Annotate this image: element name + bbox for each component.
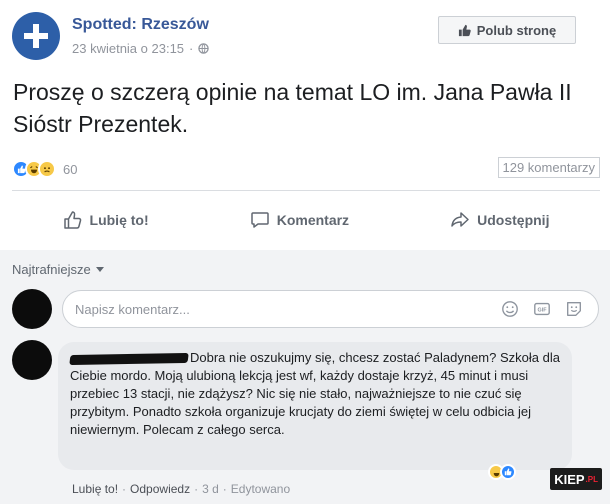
redacted-author-name [69, 352, 189, 365]
kiep-watermark-logo: KIEP .PL [550, 468, 602, 490]
divider [12, 190, 600, 191]
share-button[interactable]: Udostępnij [450, 210, 549, 230]
comment-input[interactable] [75, 299, 475, 319]
like-page-label: Polub stronę [476, 22, 557, 38]
sticker-icon[interactable] [564, 299, 584, 319]
comment-icon [250, 212, 269, 228]
post-header: Spotted: Rzeszów 23 kwietnia o 23:15 · P… [12, 10, 600, 62]
reactions-summary[interactable]: 60 [12, 160, 77, 178]
watermark-suffix: .PL [585, 474, 598, 484]
like-button[interactable]: Lubię to! [63, 210, 149, 230]
comment-bubble: Dobra nie oszukujmy się, chcesz zostać P… [58, 342, 572, 470]
post-text: Proszę o szczerą opinie na temat LO im. … [13, 79, 572, 137]
share-icon [451, 212, 469, 227]
comment-label: Komentarz [276, 212, 350, 228]
footer-separator: · [122, 482, 127, 496]
thumbs-up-icon [63, 211, 81, 229]
comments-sort-dropdown[interactable]: Najtrafniejsze [12, 262, 104, 277]
sad-reaction-icon [38, 160, 56, 178]
watermark-brand: KIEP [554, 471, 585, 487]
like-page-button[interactable]: Polub stronę [438, 16, 576, 44]
comment-reply-link[interactable]: Odpowiedz [130, 482, 190, 496]
cross-logo-icon [24, 24, 48, 48]
comment-footer: Lubię to! · Odpowiedz · 3 d · Edytowano [72, 482, 290, 496]
svg-text:GIF: GIF [538, 308, 548, 314]
caret-down-icon [95, 267, 104, 272]
footer-separator: · [194, 482, 199, 496]
globe-icon [198, 43, 210, 54]
share-label: Udostępnij [477, 212, 550, 228]
footer-separator: · [222, 482, 227, 496]
gif-icon[interactable]: GIF [532, 299, 552, 319]
comment-composer[interactable]: GIF [62, 290, 599, 328]
comments-section: Najtrafniejsze GIF Dobra nie oszukujmy s… [0, 250, 610, 504]
page-avatar[interactable] [12, 12, 60, 60]
like-label: Lubię to! [89, 212, 149, 228]
comment-like-link[interactable]: Lubię to! [72, 482, 118, 496]
comment-reactions[interactable] [488, 464, 516, 480]
current-user-avatar[interactable] [12, 289, 52, 329]
commenter-avatar[interactable] [12, 340, 52, 380]
post-meta: 23 kwietnia o 23:15 · [72, 41, 210, 56]
comment-button[interactable]: Komentarz [250, 210, 349, 230]
meta-separator: · [189, 41, 194, 56]
sort-label: Najtrafniejsze [12, 262, 91, 277]
composer-tools: GIF [500, 299, 584, 319]
reactions-count: 60 [63, 161, 78, 177]
post-actions: Lubię to! Komentarz Udostępnij [12, 200, 600, 240]
comment-time[interactable]: 3 d [202, 482, 219, 496]
emoji-icon[interactable] [500, 299, 520, 319]
comment-edited[interactable]: Edytowano [231, 482, 290, 496]
post-timestamp[interactable]: 23 kwietnia o 23:15 [72, 41, 184, 56]
page-name[interactable]: Spotted: Rzeszów [72, 16, 209, 34]
thumbs-up-icon [458, 24, 471, 36]
like-reaction-icon [500, 464, 516, 480]
comments-count[interactable]: 129 komentarzy [497, 157, 600, 178]
